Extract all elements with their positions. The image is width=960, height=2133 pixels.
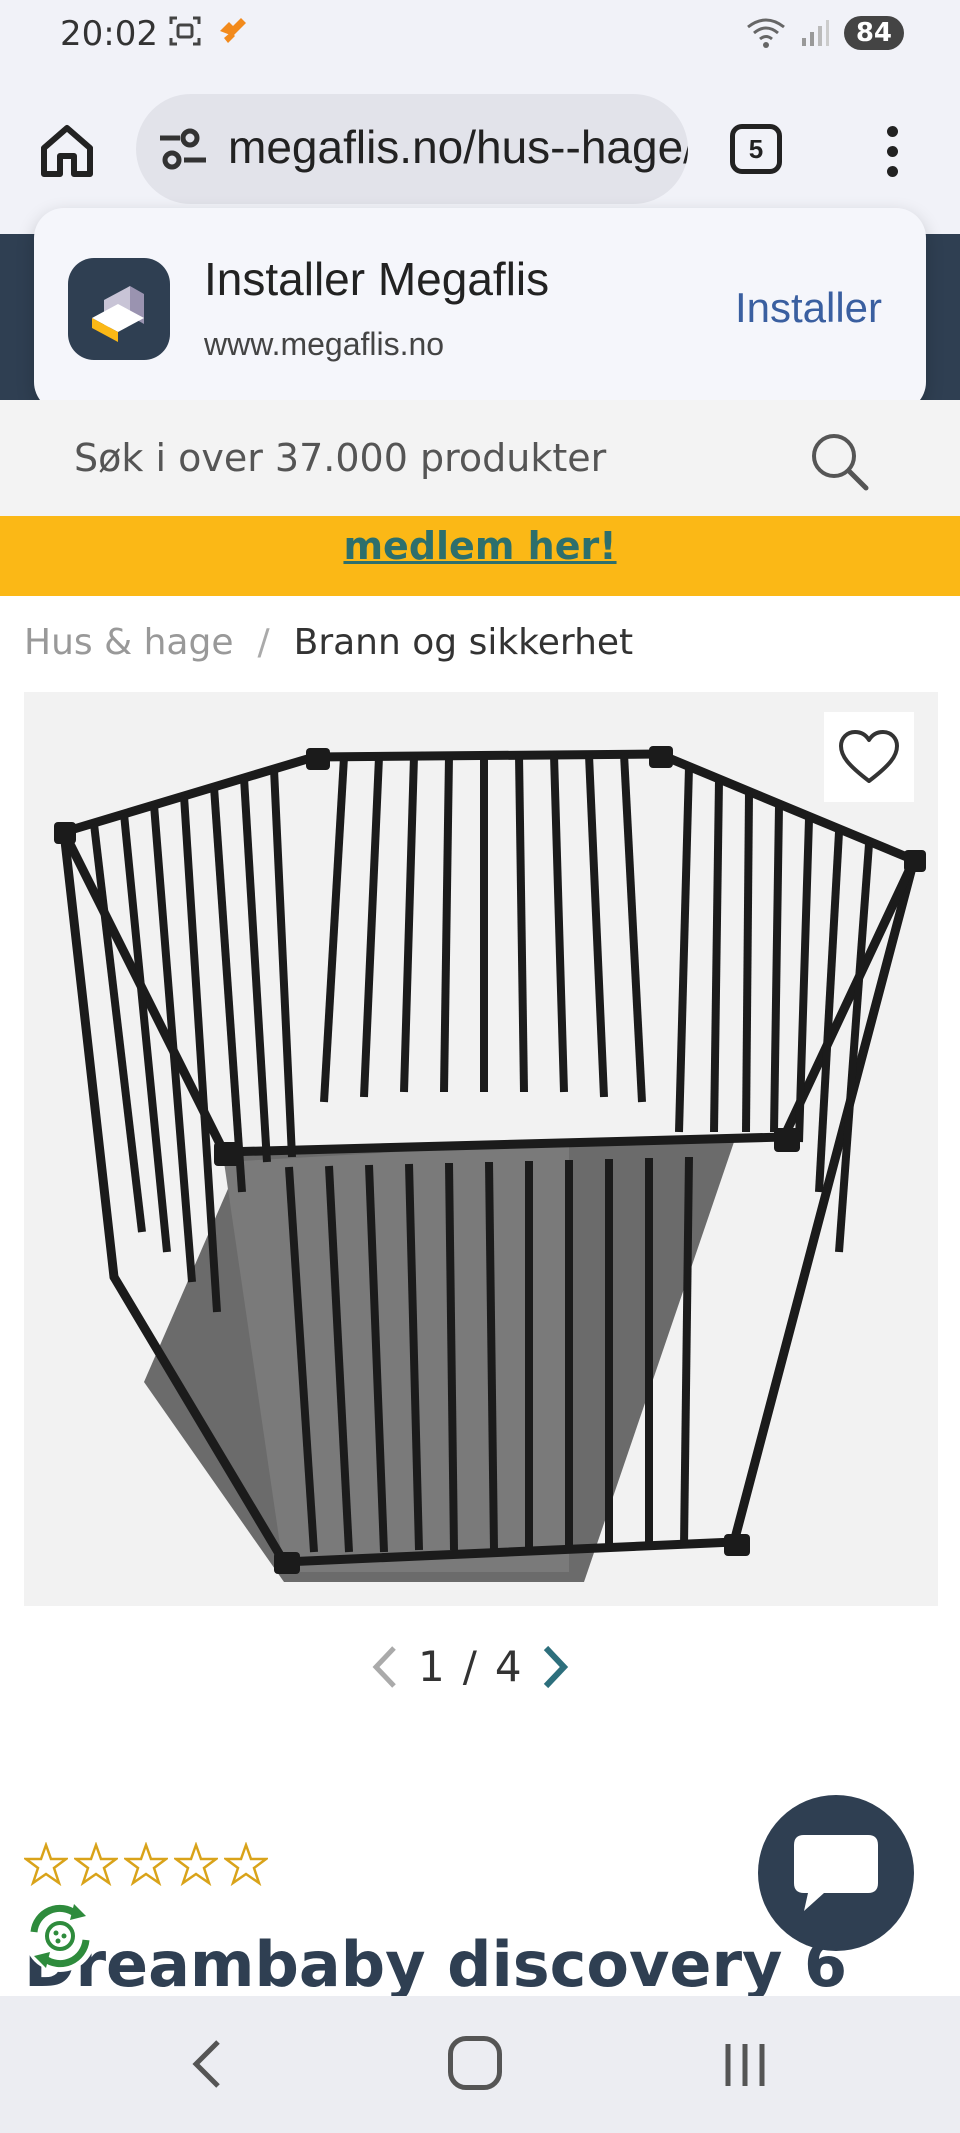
install-url: www.megaflis.no [204,326,445,362]
recycle-icon[interactable] [20,1896,100,1976]
chevron-right-icon[interactable] [540,1644,570,1690]
wifi-icon [746,18,785,48]
battery-indicator: 84 [843,16,904,50]
product-rating [24,1842,268,1886]
tab-switcher-button[interactable]: 5 [730,124,782,174]
system-navigation-bar [0,1996,960,2133]
screenshot-icon [169,16,201,46]
product-title: Dreambaby discovery 6 [24,1928,848,2001]
cell-signal-icon [801,20,829,46]
status-time: 20:02 [60,14,158,54]
url-text[interactable]: megaflis.no/hus--hage/brann-og-sikkerhet [228,120,688,174]
status-bar: 20:02 84 [0,0,960,72]
chevron-left-icon[interactable] [370,1644,400,1690]
back-icon[interactable] [186,2036,226,2092]
recents-icon[interactable] [720,2040,770,2090]
product-image[interactable] [24,692,938,1606]
address-bar[interactable]: megaflis.no/hus--hage/brann-og-sikkerhet [136,94,688,204]
install-app-prompt: Installer Megaflis www.megaflis.no Insta… [34,208,926,412]
home-icon[interactable] [38,122,96,180]
gallery-current: 1 [418,1642,445,1691]
search-input[interactable]: Søk i over 37.000 produkter [0,400,960,516]
heart-icon [839,730,899,783]
star-icon [124,1842,168,1886]
breadcrumb-separator: / [257,622,270,663]
chat-icon [794,1835,878,1911]
search-placeholder: Søk i over 37.000 produkter [74,436,607,480]
star-icon [174,1842,218,1886]
home-nav-button[interactable] [448,2036,502,2090]
install-button[interactable]: Installer [735,284,882,332]
favorite-button[interactable] [824,712,914,802]
install-title: Installer Megaflis [204,253,550,305]
star-icon [74,1842,118,1886]
search-icon[interactable] [808,430,870,492]
app-notification-icon [220,18,246,43]
star-icon [224,1842,268,1886]
gallery-separator: / [462,1642,477,1691]
breadcrumb-item-hus-hage[interactable]: Hus & hage [24,622,233,663]
playpen-illustration [54,746,926,1582]
chat-button[interactable] [758,1795,914,1951]
membership-link[interactable]: medlem her! [0,524,960,568]
status-right-icons: 84 [746,16,904,50]
promo-banner: medlem her! [0,516,960,596]
more-menu-icon[interactable] [884,126,900,182]
tune-icon[interactable] [158,128,208,170]
gallery-pager: 1 / 4 [370,1642,570,1691]
star-icon [24,1842,68,1886]
gallery-total: 4 [494,1642,522,1691]
breadcrumb-item-brann-sikkerhet[interactable]: Brann og sikkerhet [294,622,634,663]
status-notification-icons [168,14,250,48]
megaflis-logo [68,258,170,360]
breadcrumb: Hus & hage / Brann og sikkerhet [24,622,633,663]
